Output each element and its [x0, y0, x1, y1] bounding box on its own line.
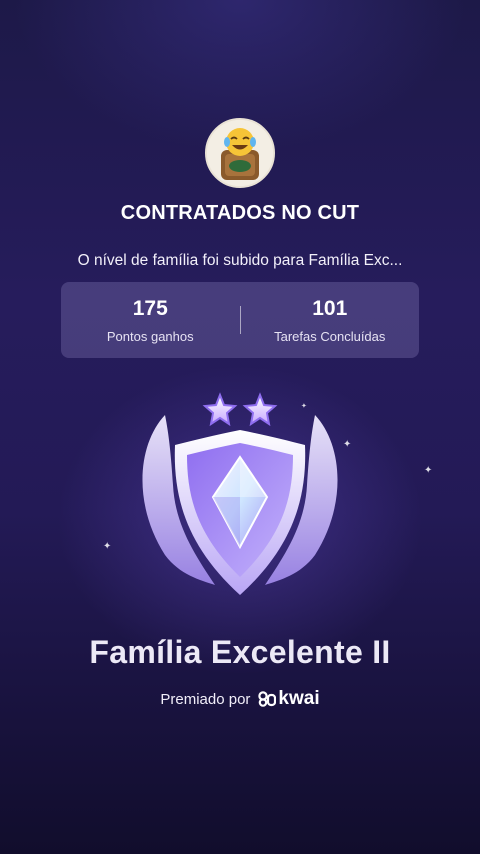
badge-star-icon: [202, 392, 238, 427]
shield-crystal-badge-icon: [142, 392, 338, 595]
stat-tasks: 101 Tarefas Concluídas: [241, 297, 420, 344]
kwai-brand-text: kwai: [278, 688, 320, 709]
family-level-badge: [125, 385, 355, 600]
badge-star-icon: [242, 392, 278, 427]
stat-points-label: Pontos ganhos: [106, 328, 194, 344]
badge-title: Família Excelente II: [89, 634, 391, 670]
kwai-logo: kwai: [258, 688, 320, 710]
stats-panel: 175 Pontos ganhos 101 Tarefas Concluídas: [61, 282, 419, 358]
stat-points: 175 Pontos ganhos: [61, 297, 240, 344]
awarded-by-label: Premiado por: [160, 690, 251, 708]
stat-tasks-value: 101: [312, 296, 348, 320]
stat-points-value: 175: [132, 296, 168, 320]
group-avatar[interactable]: [205, 118, 275, 188]
kwai-logo-icon: [258, 691, 277, 707]
crying-laughing-emoji-icon: [207, 120, 273, 186]
stat-tasks-label: Tarefas Concluídas: [274, 328, 386, 344]
sparkle-icon: ✦: [424, 465, 433, 476]
sparkle-icon: ✦: [103, 541, 112, 552]
awarded-by: Premiado por kwai: [0, 688, 480, 710]
group-name: CONTRATADOS NO CUT: [120, 202, 360, 224]
level-up-message: O nível de família foi subido para Famíl…: [77, 252, 403, 269]
